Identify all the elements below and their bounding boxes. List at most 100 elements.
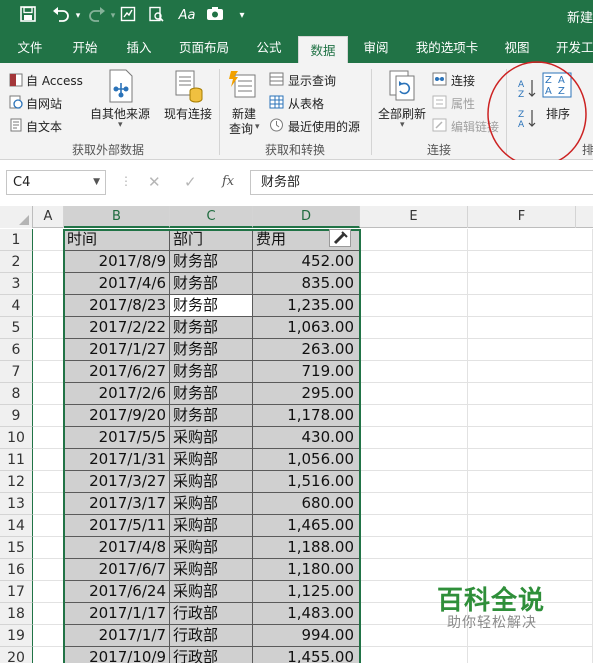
cell-d6[interactable]: 263.00 <box>253 339 360 361</box>
cell-d15[interactable]: 1,188.00 <box>253 537 360 559</box>
cell-d13[interactable]: 680.00 <box>253 493 360 515</box>
enter-icon[interactable]: ✓ <box>184 173 197 191</box>
cell-b19[interactable]: 2017/1/7 <box>64 625 170 647</box>
cell-b11[interactable]: 2017/1/31 <box>64 449 170 471</box>
column-header-b[interactable]: B <box>64 206 170 228</box>
cell-d7[interactable]: 719.00 <box>253 361 360 383</box>
save-icon[interactable] <box>18 6 38 26</box>
cell-c8[interactable]: 财务部 <box>170 383 253 405</box>
cell-b1[interactable]: 时间 <box>64 229 170 251</box>
cell-d9[interactable]: 1,178.00 <box>253 405 360 427</box>
cell-c13[interactable]: 采购部 <box>170 493 253 515</box>
tab-insert[interactable]: 插入 <box>116 33 162 63</box>
cell-c15[interactable]: 采购部 <box>170 537 253 559</box>
cell-b16[interactable]: 2017/6/7 <box>64 559 170 581</box>
tab-file[interactable]: 文件 <box>8 33 52 63</box>
row-header[interactable]: 17 <box>0 581 33 603</box>
font-format-button[interactable]: Aa <box>176 6 198 26</box>
existing-connections-button[interactable]: 现有连接 <box>164 105 212 122</box>
cell-d5[interactable]: 1,063.00 <box>253 317 360 339</box>
redo-icon[interactable] <box>86 6 108 26</box>
cancel-icon[interactable]: ✕ <box>148 173 161 191</box>
cell-d16[interactable]: 1,180.00 <box>253 559 360 581</box>
row-header[interactable]: 14 <box>0 515 33 537</box>
cell-c12[interactable]: 采购部 <box>170 471 253 493</box>
cell-c1[interactable]: 部门 <box>170 229 253 251</box>
insert-function-button[interactable]: fx <box>222 173 234 191</box>
cell-b7[interactable]: 2017/6/27 <box>64 361 170 383</box>
cell-c7[interactable]: 财务部 <box>170 361 253 383</box>
tab-data[interactable]: 数据 <box>298 36 348 63</box>
cell-d8[interactable]: 295.00 <box>253 383 360 405</box>
row-header[interactable]: 16 <box>0 559 33 581</box>
cell-c2[interactable]: 财务部 <box>170 251 253 273</box>
cell-c14[interactable]: 采购部 <box>170 515 253 537</box>
cell-c20[interactable]: 行政部 <box>170 647 253 663</box>
cell-c19[interactable]: 行政部 <box>170 625 253 647</box>
cell-b6[interactable]: 2017/1/27 <box>64 339 170 361</box>
row-header[interactable]: 10 <box>0 427 33 449</box>
cell-d3[interactable]: 835.00 <box>253 273 360 295</box>
customize-toolbar-icon[interactable]: ▾ <box>235 6 249 26</box>
row-header[interactable]: 18 <box>0 603 33 625</box>
row-header[interactable]: 2 <box>0 251 33 273</box>
from-access-button[interactable]: 自 Access <box>26 72 83 89</box>
cell-b9[interactable]: 2017/9/20 <box>64 405 170 427</box>
cell-c4[interactable]: 财务部 <box>170 295 253 317</box>
tab-developer[interactable]: 开发工 <box>548 33 593 63</box>
cell-d20[interactable]: 1,455.00 <box>253 647 360 663</box>
cell-c3[interactable]: 财务部 <box>170 273 253 295</box>
tab-home[interactable]: 开始 <box>62 33 108 63</box>
properties-button[interactable]: 属性 <box>451 95 475 112</box>
row-header[interactable]: 12 <box>0 471 33 493</box>
column-header-e[interactable]: E <box>360 206 468 228</box>
formula-input[interactable]: 财务部 <box>250 170 593 195</box>
row-header[interactable]: 1 <box>0 229 33 251</box>
cell-b4[interactable]: 2017/8/23 <box>64 295 170 317</box>
row-header[interactable]: 9 <box>0 405 33 427</box>
cell-b10[interactable]: 2017/5/5 <box>64 427 170 449</box>
cell-d11[interactable]: 1,056.00 <box>253 449 360 471</box>
column-header-d[interactable]: D <box>253 206 360 228</box>
cell-d12[interactable]: 1,516.00 <box>253 471 360 493</box>
cell-c16[interactable]: 采购部 <box>170 559 253 581</box>
cell-d14[interactable]: 1,465.00 <box>253 515 360 537</box>
row-header[interactable]: 3 <box>0 273 33 295</box>
column-header-a[interactable]: A <box>33 206 64 228</box>
print-preview-icon[interactable] <box>146 6 166 26</box>
other-sources-dropdown-icon[interactable]: ▾ <box>118 120 123 130</box>
cell-d19[interactable]: 994.00 <box>253 625 360 647</box>
cell-b12[interactable]: 2017/3/27 <box>64 471 170 493</box>
row-header[interactable]: 11 <box>0 449 33 471</box>
connections-button[interactable]: 连接 <box>451 72 475 89</box>
row-header[interactable]: 8 <box>0 383 33 405</box>
cell-c6[interactable]: 财务部 <box>170 339 253 361</box>
row-header[interactable]: 4 <box>0 295 33 317</box>
cell-d4[interactable]: 1,235.00 <box>253 295 360 317</box>
cell-b5[interactable]: 2017/2/22 <box>64 317 170 339</box>
cell-b18[interactable]: 2017/1/17 <box>64 603 170 625</box>
cell-d17[interactable]: 1,125.00 <box>253 581 360 603</box>
column-header-f[interactable]: F <box>468 206 576 228</box>
screenshot-icon[interactable] <box>118 6 138 26</box>
select-all-button[interactable] <box>0 206 33 228</box>
tab-view[interactable]: 视图 <box>494 33 540 63</box>
row-header[interactable]: 6 <box>0 339 33 361</box>
cell-b17[interactable]: 2017/6/24 <box>64 581 170 603</box>
quick-analysis-icon[interactable] <box>329 229 351 247</box>
cell-c9[interactable]: 财务部 <box>170 405 253 427</box>
refresh-all-dropdown-icon[interactable]: ▾ <box>400 120 405 130</box>
tab-page-layout[interactable]: 页面布局 <box>170 33 238 63</box>
row-header[interactable]: 20 <box>0 647 33 663</box>
name-box-dropdown-icon[interactable]: ▼ <box>93 171 100 194</box>
cell-c5[interactable]: 财务部 <box>170 317 253 339</box>
undo-icon[interactable] <box>50 6 72 26</box>
row-header[interactable]: 5 <box>0 317 33 339</box>
row-header[interactable]: 15 <box>0 537 33 559</box>
cell-b8[interactable]: 2017/2/6 <box>64 383 170 405</box>
row-header[interactable]: 13 <box>0 493 33 515</box>
from-text-button[interactable]: 自文本 <box>26 118 62 135</box>
recent-sources-button[interactable]: 最近使用的源 <box>288 118 360 135</box>
column-header-c[interactable]: C <box>170 206 253 228</box>
cell-d10[interactable]: 430.00 <box>253 427 360 449</box>
